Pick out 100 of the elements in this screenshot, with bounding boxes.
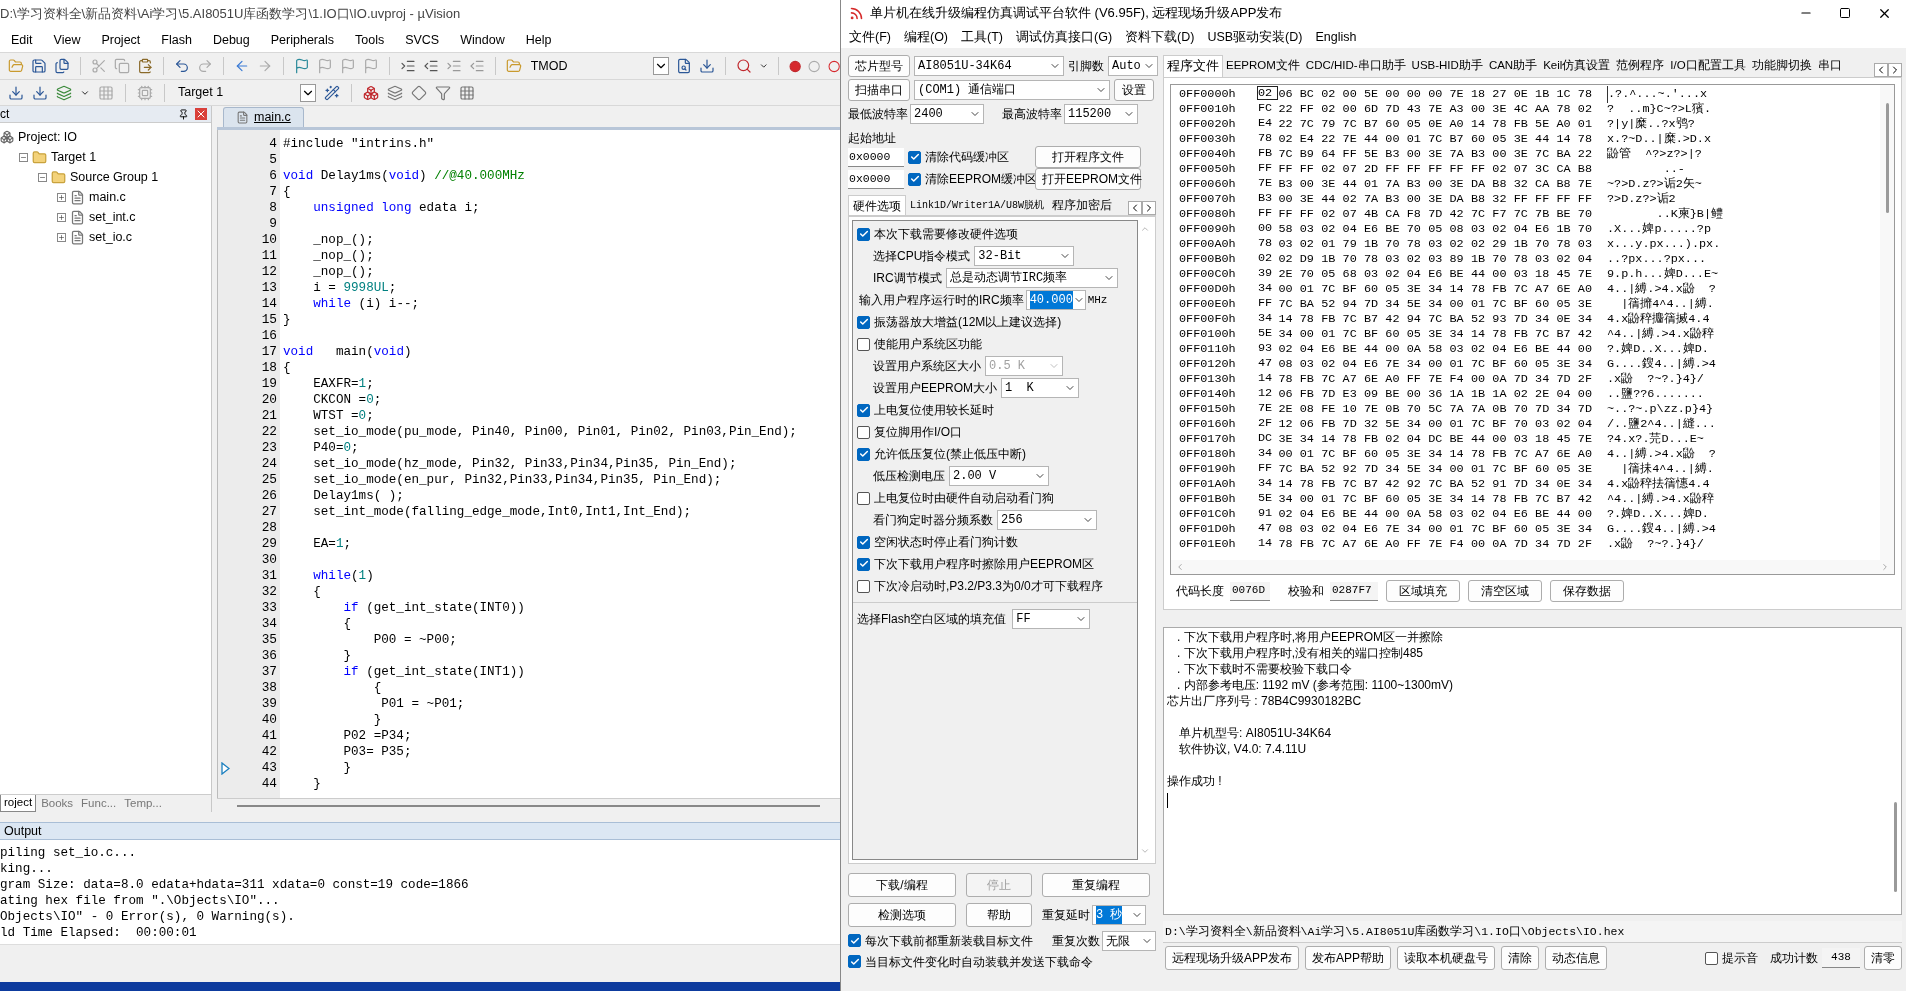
- checkbox[interactable]: [857, 579, 870, 593]
- menu-item[interactable]: Project: [101, 30, 141, 50]
- tree-item[interactable]: Project: IO: [18, 127, 78, 147]
- help-button[interactable]: 帮助: [966, 903, 1032, 927]
- scrollbar-thumb[interactable]: [1885, 103, 1889, 213]
- expand-icon[interactable]: [57, 232, 66, 242]
- checkbox[interactable]: [857, 557, 870, 571]
- settings-button[interactable]: 设置: [1114, 79, 1154, 101]
- panel-tab[interactable]: Books: [38, 795, 77, 812]
- open-file-button[interactable]: 打开EEPROM文件: [1035, 168, 1141, 190]
- tree-item[interactable]: set_int.c: [89, 207, 136, 227]
- menu-item[interactable]: Peripherals: [270, 30, 334, 50]
- bookmark-icon[interactable]: [293, 58, 310, 74]
- action-button[interactable]: 清除: [1501, 946, 1540, 970]
- batch-build-icon[interactable]: [56, 84, 72, 101]
- menu-item[interactable]: 工具(T): [961, 29, 1003, 45]
- tree-item[interactable]: Target 1: [51, 147, 97, 167]
- scan-port-button[interactable]: 扫描串口: [848, 79, 910, 101]
- checkbox[interactable]: [857, 227, 870, 241]
- expand-icon[interactable]: [57, 192, 66, 202]
- menu-item[interactable]: SVCS: [405, 30, 440, 50]
- action-button[interactable]: 区域填充: [1386, 580, 1460, 603]
- detect-button[interactable]: 检测选项: [848, 903, 956, 927]
- menu-item[interactable]: 调试仿真接口(G): [1016, 29, 1113, 45]
- rebuild-icon[interactable]: [32, 84, 48, 101]
- scroll-right-icon[interactable]: [1142, 201, 1156, 215]
- search-icon[interactable]: [735, 58, 752, 74]
- copy-icon[interactable]: [113, 58, 130, 74]
- dropdown[interactable]: 256: [997, 510, 1097, 530]
- collapse-icon[interactable]: [38, 172, 47, 182]
- pin-icon[interactable]: [178, 108, 189, 120]
- repeat-button[interactable]: 重复编程: [1042, 873, 1150, 897]
- checkbox[interactable]: [1705, 951, 1718, 965]
- panel-tab[interactable]: Temp...: [121, 795, 165, 812]
- address-field[interactable]: 0x0000: [848, 147, 904, 167]
- save-all-icon[interactable]: [54, 58, 70, 74]
- diamond-icon[interactable]: [411, 84, 427, 101]
- chevron-down-icon[interactable]: [300, 83, 316, 102]
- tab[interactable]: 程序文件: [1163, 55, 1223, 77]
- menu-item[interactable]: 编程(O): [903, 29, 949, 45]
- action-button[interactable]: 清空区域: [1468, 580, 1542, 603]
- dropdown[interactable]: AI8051U-34K64: [914, 56, 1064, 76]
- paste-icon[interactable]: [136, 58, 153, 74]
- checkbox[interactable]: [857, 447, 870, 461]
- tree-item[interactable]: Source Group 1: [70, 167, 159, 187]
- load-icon[interactable]: [137, 84, 153, 101]
- menu-item[interactable]: Flash: [161, 30, 192, 50]
- grid-icon[interactable]: [459, 84, 475, 101]
- checkbox[interactable]: [848, 955, 861, 968]
- checkbox[interactable]: [857, 403, 870, 417]
- checkbox[interactable]: [908, 150, 921, 164]
- checkbox[interactable]: [857, 491, 870, 505]
- bookmark-icon[interactable]: [316, 58, 333, 74]
- file-tab[interactable]: main.c: [223, 107, 304, 127]
- bookmark-icon[interactable]: [362, 58, 379, 74]
- close-icon[interactable]: [195, 108, 207, 120]
- build-icon[interactable]: [8, 84, 24, 101]
- menu-item[interactable]: Edit: [11, 30, 33, 50]
- tree-item[interactable]: main.c: [89, 187, 126, 207]
- download-button[interactable]: 下载/编程: [848, 873, 956, 897]
- target-select[interactable]: Target 1: [176, 82, 316, 103]
- dropdown[interactable]: 总是动态调节IRC频率: [945, 268, 1118, 288]
- bookmark-icon[interactable]: [339, 58, 356, 74]
- action-button[interactable]: 发布APP帮助: [1305, 946, 1392, 970]
- tab[interactable]: 硬件选项: [848, 195, 906, 215]
- maximize-button[interactable]: [1839, 7, 1851, 19]
- chip-model-button[interactable]: 芯片型号: [848, 55, 910, 77]
- address-field[interactable]: 0x0000: [848, 169, 904, 189]
- indent-icon[interactable]: [399, 58, 416, 74]
- dropdown[interactable]: (COM1) 通信端口: [914, 80, 1110, 100]
- checkbox[interactable]: [857, 425, 870, 439]
- download-icon[interactable]: [698, 58, 715, 74]
- chevron-down-icon[interactable]: [652, 57, 669, 75]
- menu-item[interactable]: Window: [460, 30, 505, 50]
- wand-icon[interactable]: [324, 84, 340, 101]
- scrollbar-thumb[interactable]: [1893, 802, 1897, 892]
- dropdown[interactable]: 2400: [910, 104, 984, 124]
- action-button[interactable]: 动态信息: [1545, 946, 1608, 970]
- dropdown[interactable]: FF: [1012, 609, 1091, 629]
- checkbox[interactable]: [857, 315, 870, 329]
- dropdown[interactable]: 1 K: [1001, 378, 1079, 398]
- collapse-icon[interactable]: [19, 152, 28, 162]
- checkbox[interactable]: [848, 934, 861, 947]
- scroll-left-icon[interactable]: [1874, 63, 1888, 77]
- file-search-icon[interactable]: [675, 58, 692, 74]
- layers-icon[interactable]: [387, 84, 403, 101]
- cut-icon[interactable]: [90, 58, 107, 74]
- dropdown[interactable]: 3 秒: [1092, 905, 1146, 925]
- menu-item[interactable]: USB驱动安装(D): [1207, 29, 1303, 45]
- menu-item[interactable]: Help: [525, 30, 552, 50]
- menu-item[interactable]: English: [1315, 29, 1357, 45]
- breakpoints-icon[interactable]: [827, 59, 841, 73]
- menu-item[interactable]: 文件(F): [849, 29, 891, 45]
- tree-item[interactable]: set_io.c: [89, 227, 133, 247]
- dropdown[interactable]: 32-Bit: [974, 246, 1075, 266]
- panel-tab[interactable]: Func...: [78, 795, 120, 812]
- scroll-right-icon[interactable]: [1888, 63, 1902, 77]
- menu-item[interactable]: Debug: [212, 30, 250, 50]
- dropdown[interactable]: 2.00 V: [949, 466, 1049, 486]
- dropdown[interactable]: 无限: [1102, 930, 1156, 951]
